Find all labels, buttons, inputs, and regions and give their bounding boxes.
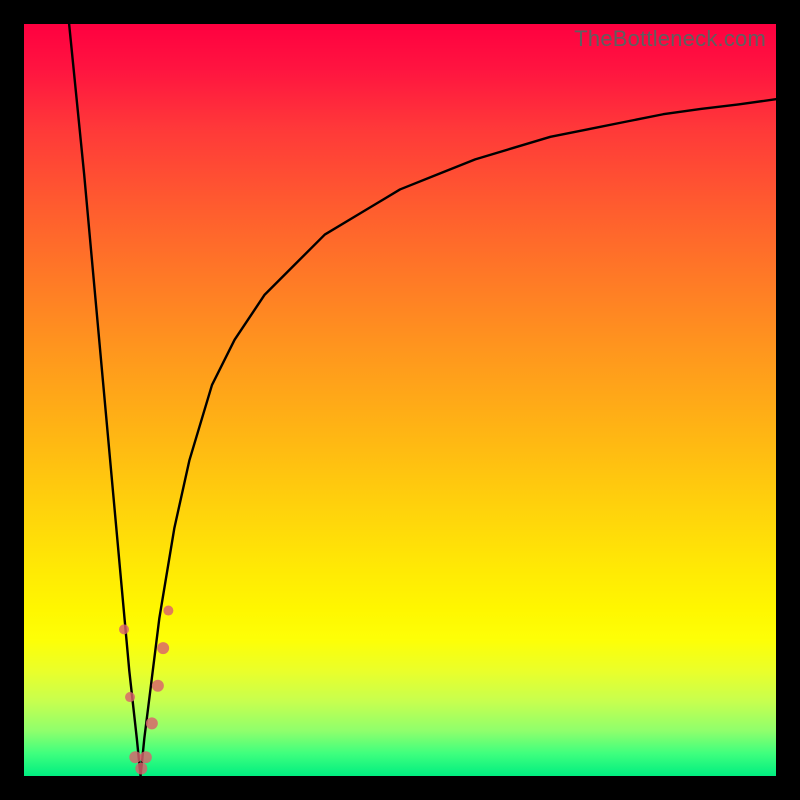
data-point <box>157 642 169 654</box>
data-point <box>125 692 135 702</box>
data-point <box>135 762 147 774</box>
plot-area: TheBottleneck.com <box>24 24 776 776</box>
data-point <box>146 717 158 729</box>
watermark-text: TheBottleneck.com <box>574 26 766 52</box>
data-point <box>129 751 141 763</box>
data-point <box>163 606 173 616</box>
bottleneck-curve-path <box>69 24 776 776</box>
data-point <box>119 624 129 634</box>
data-point <box>140 751 152 763</box>
chart-frame: TheBottleneck.com <box>0 0 800 800</box>
data-point <box>152 680 164 692</box>
bottleneck-curve-svg <box>24 24 776 776</box>
